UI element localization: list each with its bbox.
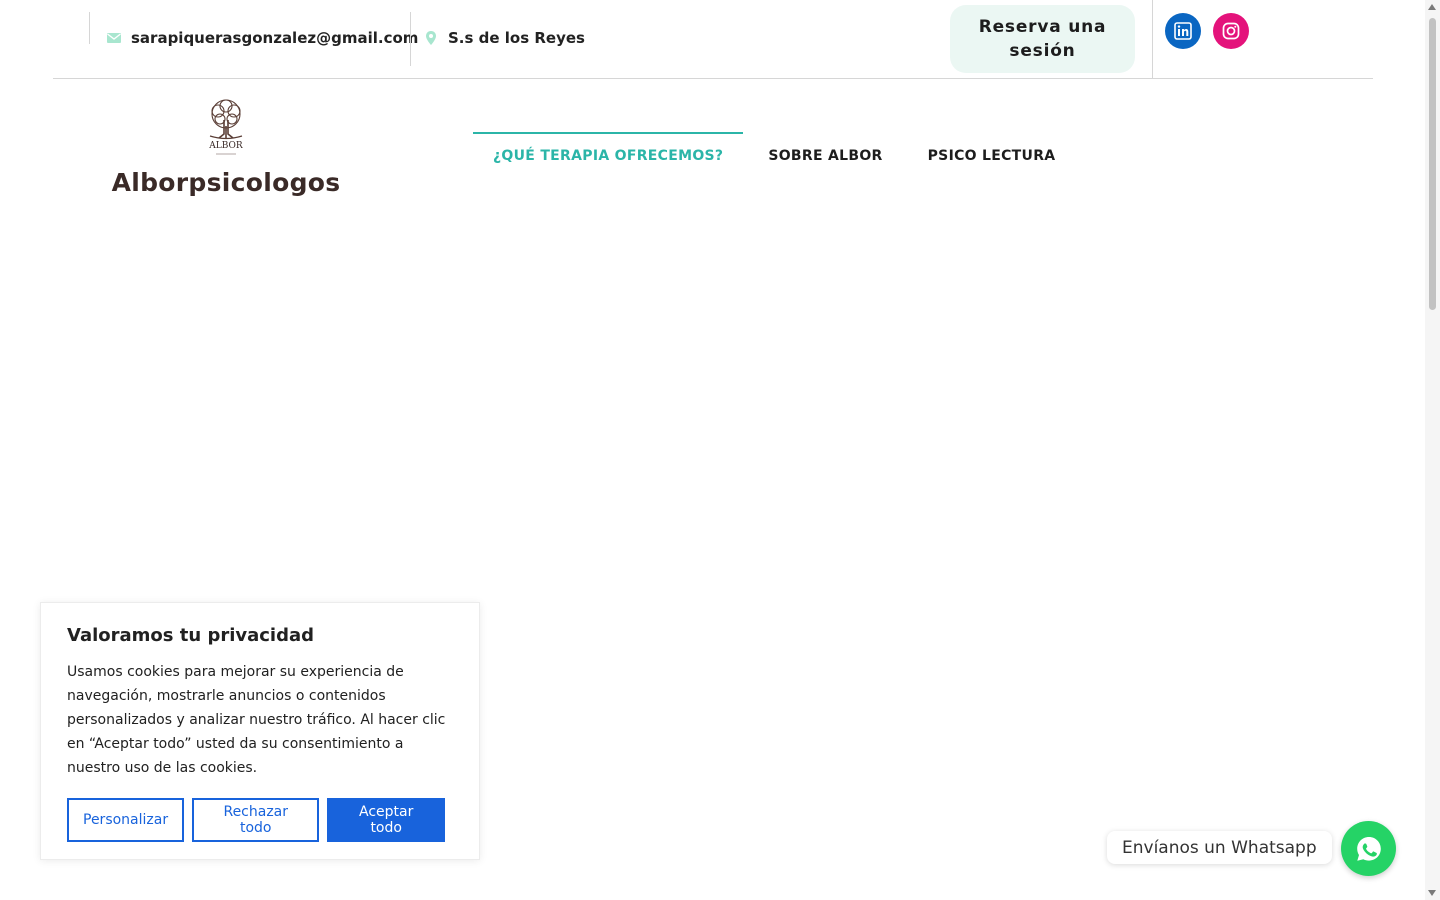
whatsapp-button[interactable] (1341, 821, 1396, 876)
linkedin-icon (1174, 22, 1192, 40)
top-bar: sarapiquerasgonzalez@gmail.com S.s de lo… (53, 0, 1373, 79)
divider (1152, 0, 1153, 79)
divider (410, 12, 411, 66)
envelope-icon (106, 30, 122, 46)
divider (89, 12, 90, 44)
scrollbar[interactable] (1425, 0, 1440, 900)
instagram-link[interactable] (1213, 13, 1249, 49)
linkedin-link[interactable] (1165, 13, 1201, 49)
nav-item-psico-lectura[interactable]: PSICO LECTURA (908, 132, 1076, 178)
logo-wordmark: ALBOR (208, 141, 243, 151)
email-text: sarapiquerasgonzalez@gmail.com (131, 29, 419, 47)
accept-all-button[interactable]: Aceptar todo (327, 798, 445, 842)
cookie-title: Valoramos tu privacidad (67, 625, 315, 646)
instagram-icon (1222, 22, 1240, 40)
reserve-session-button[interactable]: Reserva una sesión (950, 5, 1135, 73)
scroll-thumb[interactable] (1429, 18, 1436, 310)
location: S.s de los Reyes (423, 29, 585, 47)
page: sarapiquerasgonzalez@gmail.com S.s de lo… (0, 0, 1440, 900)
scroll-up-arrow[interactable] (1428, 4, 1436, 10)
cookie-consent-banner: Valoramos tu privacidad Usamos cookies p… (40, 602, 480, 860)
cookie-actions: Personalizar Rechazar todo Aceptar todo (67, 798, 453, 842)
whatsapp-label[interactable]: Envíanos un Whatsapp (1107, 831, 1332, 864)
site-title[interactable]: Alborpsicologos (110, 168, 342, 197)
site-branding[interactable]: ALBOR Alborpsicologos (110, 96, 342, 197)
albor-tree-logo: ALBOR (208, 99, 243, 155)
nav-item-about[interactable]: SOBRE ALBOR (748, 132, 902, 178)
cookie-description: Usamos cookies para mejorar su experienc… (67, 664, 446, 776)
customize-button[interactable]: Personalizar (67, 798, 185, 842)
location-text: S.s de los Reyes (448, 29, 585, 47)
scroll-down-arrow[interactable] (1428, 890, 1436, 896)
reject-all-button[interactable]: Rechazar todo (192, 798, 320, 842)
whatsapp-icon (1356, 836, 1381, 861)
main-navigation: ¿QUÉ TERAPIA OFRECEMOS? SOBRE ALBOR PSIC… (473, 132, 1080, 178)
map-pin-icon (423, 30, 439, 46)
email-link[interactable]: sarapiquerasgonzalez@gmail.com (106, 29, 418, 47)
nav-item-therapy[interactable]: ¿QUÉ TERAPIA OFRECEMOS? (473, 132, 744, 178)
